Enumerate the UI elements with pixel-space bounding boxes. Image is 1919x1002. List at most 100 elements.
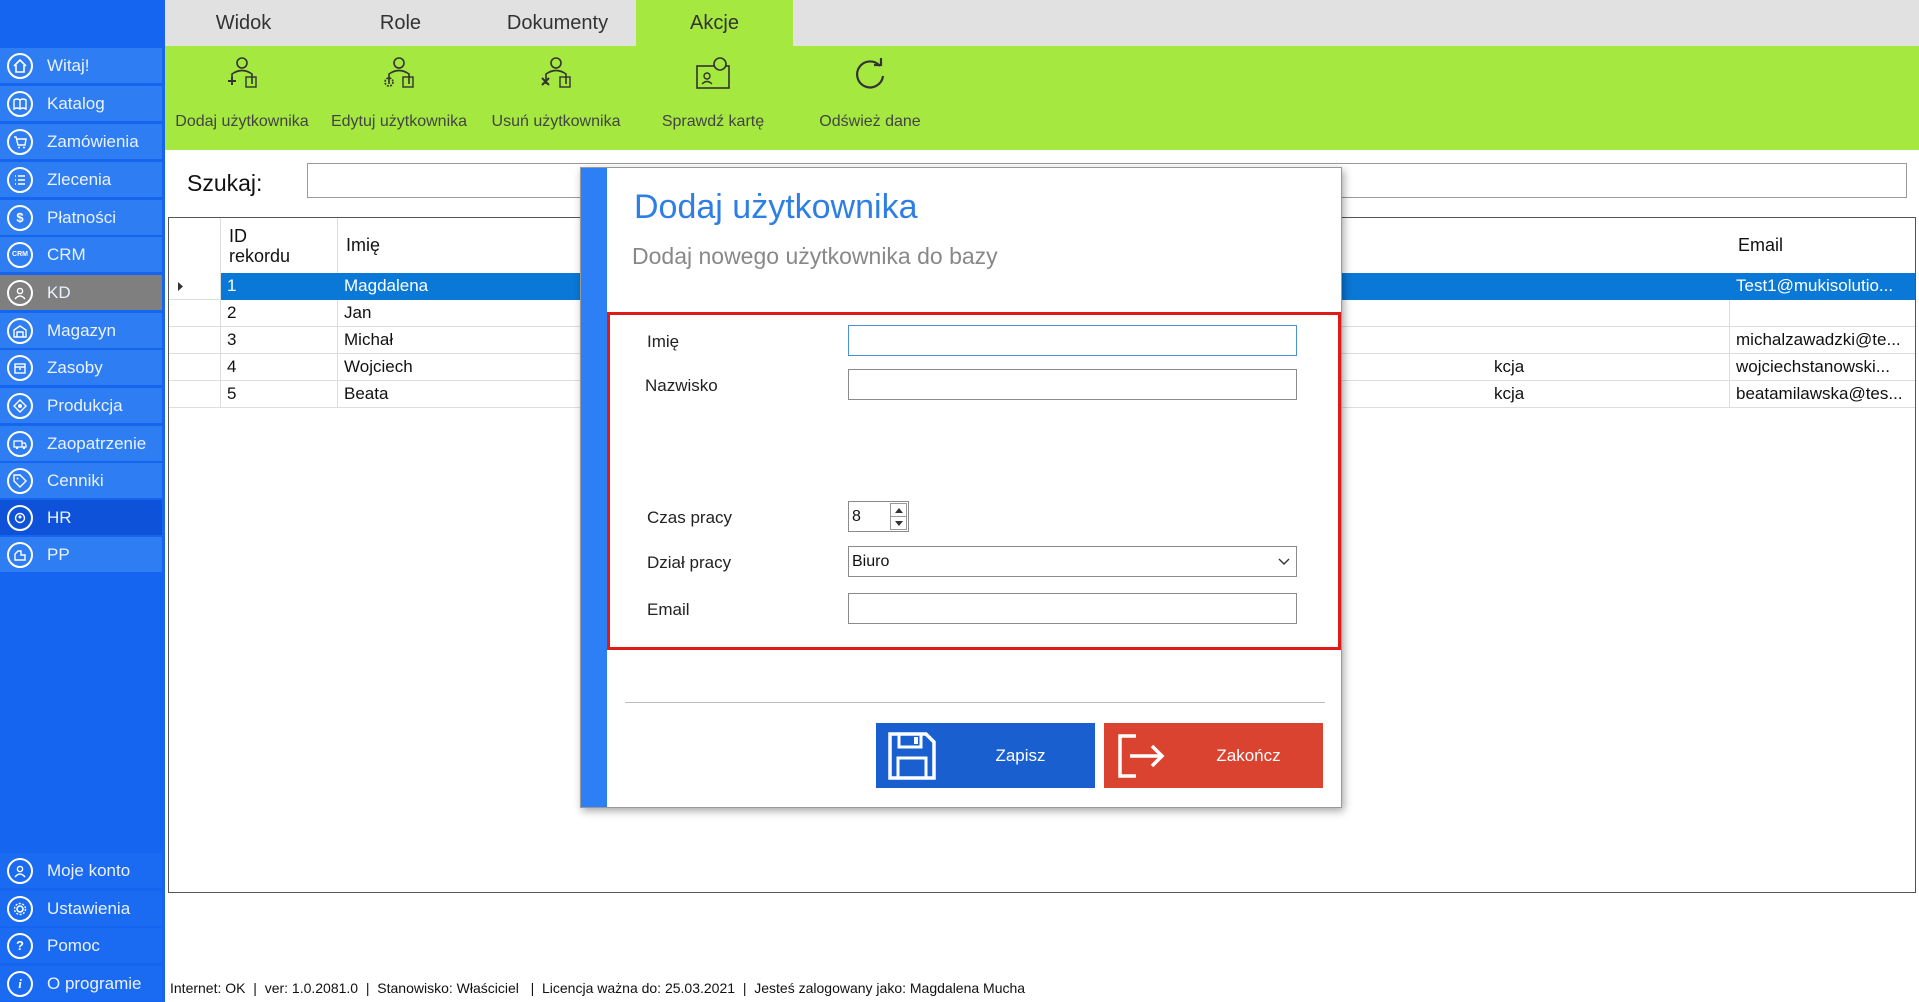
sidebar-item-ustawienia[interactable]: Ustawienia [0, 891, 162, 926]
info-icon: i [7, 970, 33, 997]
sidebar-item-o-programie[interactable]: i O programie [0, 966, 162, 1001]
sidebar-item-cenniki[interactable]: Cenniki [0, 463, 162, 498]
cart-icon [7, 128, 33, 155]
working-hours-stepper[interactable]: 8 [848, 501, 909, 532]
row-header-column [169, 218, 221, 273]
sidebar-item-platnosci[interactable]: $ Płatności [0, 200, 162, 235]
delete-user-button[interactable]: Usuń użytkownika [486, 46, 626, 150]
user-icon [7, 279, 33, 306]
sidebar-item-label: HR [47, 507, 72, 527]
tab-akcje[interactable]: Akcje [636, 0, 793, 46]
working-hours-value: 8 [852, 507, 861, 525]
help-icon: ? [7, 932, 33, 959]
close-button[interactable]: Zakończ [1104, 723, 1323, 788]
cell-dept: kcja [1338, 381, 1730, 408]
account-icon [7, 857, 33, 884]
sidebar-item-moje-konto[interactable]: Moje konto [0, 853, 162, 888]
cell-email: michalzawadzki@te... [1730, 327, 1915, 354]
status-bar: Internet: OK | ver: 1.0.2081.0 | Stanowi… [170, 980, 1026, 996]
add-user-icon [228, 57, 257, 88]
stepper-down-button[interactable] [890, 517, 907, 530]
pp-icon [7, 541, 33, 568]
tab-dokumenty[interactable]: Dokumenty [479, 0, 636, 46]
tab-role[interactable]: Role [322, 0, 479, 46]
department-select[interactable]: Biuro [848, 546, 1297, 577]
email-field[interactable] [848, 593, 1297, 624]
sidebar-item-label: PP [47, 544, 70, 564]
box-icon [7, 354, 33, 381]
list-icon [7, 166, 33, 193]
sidebar-item-pomoc[interactable]: ? Pomoc [0, 928, 162, 963]
sidebar-item-kd[interactable]: KD [0, 275, 162, 310]
hr-icon [7, 504, 33, 531]
first-name-field[interactable] [848, 325, 1297, 356]
cell-dept: kcja [1338, 354, 1730, 381]
cell-id: 5 [221, 381, 338, 408]
cell-dept [1338, 300, 1730, 327]
last-name-field[interactable] [848, 369, 1297, 400]
form-highlight-box: Imię Nazwisko Czas pracy 8 Dział pracy B… [607, 312, 1341, 650]
row-selector[interactable] [169, 354, 221, 381]
dialog-subtitle: Dodaj nowego użytkownika do bazy [632, 243, 998, 269]
sidebar-item-produkcja[interactable]: Produkcja [0, 388, 162, 423]
add-user-label: Dodaj użytkownika [175, 113, 309, 130]
add-user-button[interactable]: Dodaj użytkownika [172, 46, 312, 150]
row-selector[interactable] [169, 327, 221, 354]
tab-widok[interactable]: Widok [165, 0, 322, 46]
cell-email [1730, 300, 1915, 327]
sidebar-item-label: Pomoc [47, 935, 100, 955]
row-selector[interactable] [169, 300, 221, 327]
row-selector[interactable] [169, 381, 221, 408]
last-name-label: Nazwisko [645, 376, 718, 395]
sidebar-item-label: Produkcja [47, 395, 123, 415]
dialog-separator [625, 702, 1325, 703]
email-label: Email [647, 600, 690, 619]
save-button-label: Zapisz [995, 745, 1046, 765]
refresh-button[interactable]: Odśwież dane [800, 46, 940, 150]
sidebar-item-pp[interactable]: PP [0, 537, 162, 572]
dialog-accent-strip [581, 168, 607, 807]
sidebar-item-label: Moje konto [47, 860, 131, 880]
cell-id: 3 [221, 327, 338, 354]
sidebar-item-witaj[interactable]: Witaj! [0, 48, 162, 83]
sidebar-item-zaopatrzenie[interactable]: Zaopatrzenie [0, 426, 162, 461]
save-button[interactable]: Zapisz [876, 723, 1095, 788]
sidebar-item-crm[interactable]: CRM CRM [0, 237, 162, 272]
chevron-down-icon [1278, 558, 1290, 565]
first-name-label: Imię [647, 332, 680, 351]
status-user: Jesteś zalogowany jako: Magdalena Mucha [754, 980, 1026, 996]
row-selector[interactable] [169, 273, 221, 300]
cell-email: Test1@mukisolutio... [1730, 273, 1915, 300]
warehouse-icon [7, 317, 33, 344]
dialog-title: Dodaj użytkownika [634, 188, 918, 226]
sidebar-item-magazyn[interactable]: Magazyn [0, 313, 162, 348]
close-button-label: Zakończ [1216, 745, 1281, 765]
column-header-id[interactable]: ID rekordu [221, 218, 338, 273]
dollar-icon: $ [7, 204, 33, 231]
column-header-email[interactable]: Email [1730, 218, 1915, 273]
sidebar-item-hr[interactable]: HR [0, 500, 162, 535]
add-user-dialog: Dodaj użytkownika Dodaj nowego użytkowni… [580, 167, 1342, 808]
sidebar-item-label: Witaj! [47, 55, 90, 75]
status-license: Licencja ważna do: 25.03.2021 [542, 980, 736, 996]
sidebar-item-katalog[interactable]: Katalog [0, 86, 162, 121]
check-card-button[interactable]: Sprawdź kartę [643, 46, 783, 150]
sidebar-item-zasoby[interactable]: Zasoby [0, 350, 162, 385]
status-role: Stanowisko: Właściciel [377, 980, 519, 996]
sidebar-item-zamowienia[interactable]: Zamówienia [0, 124, 162, 159]
ribbon-toolbar: Dodaj użytkownika Edytuj użytkownika Usu… [165, 46, 1919, 150]
sidebar-item-label: Zaopatrzenie [47, 433, 147, 453]
book-icon [7, 90, 33, 117]
edit-user-button[interactable]: Edytuj użytkownika [329, 46, 469, 150]
sidebar-item-label: Płatności [47, 207, 116, 227]
tab-bar: Widok Role Dokumenty Akcje [165, 0, 1919, 46]
id-card-icon [696, 57, 730, 89]
sidebar-item-zlecenia[interactable]: Zlecenia [0, 162, 162, 197]
delete-user-icon [541, 57, 571, 88]
stepper-up-button[interactable] [890, 503, 907, 517]
sidebar-item-label: Katalog [47, 93, 105, 113]
gear-icon [7, 895, 33, 922]
check-card-label: Sprawdź kartę [661, 113, 765, 130]
delete-user-label: Usuń użytkownika [491, 113, 621, 130]
sidebar-item-label: Zasoby [47, 357, 103, 377]
